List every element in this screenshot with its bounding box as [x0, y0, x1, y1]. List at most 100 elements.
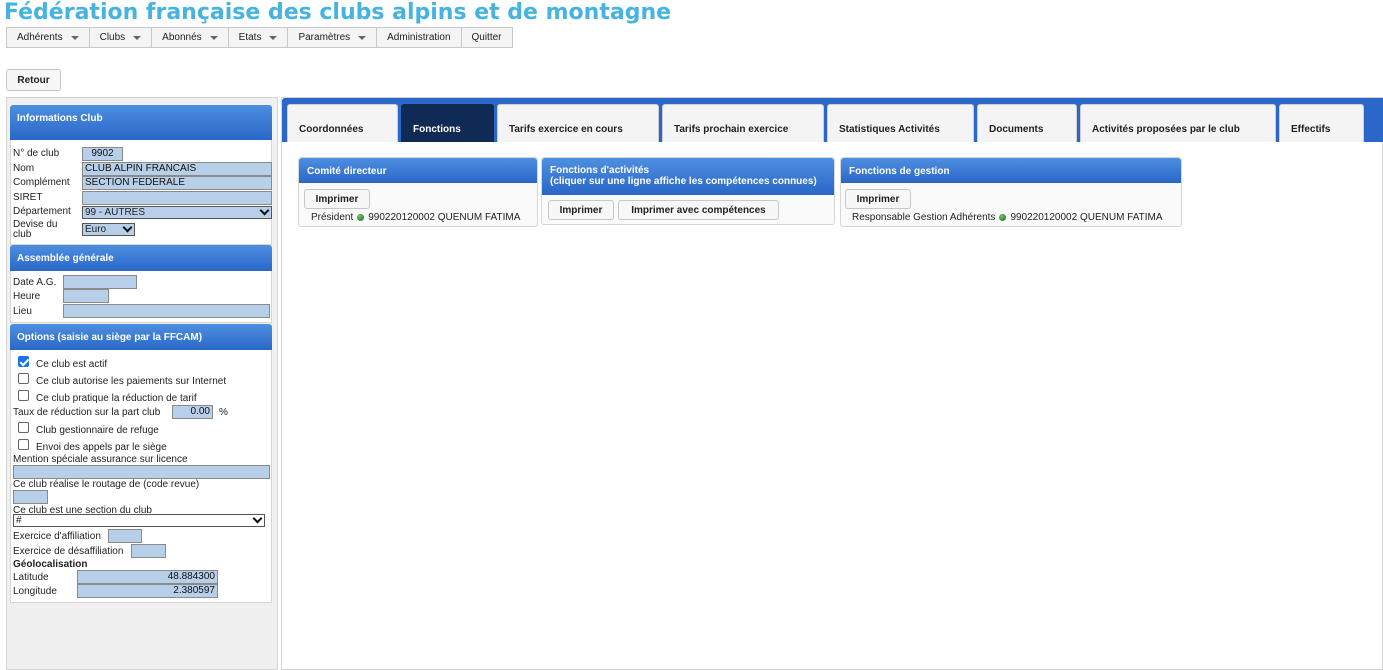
longitude-label: Longitude [13, 586, 57, 597]
right-panel: Coordonnées Fonctions Tarifs exercice en… [281, 97, 1383, 670]
refuge-checkbox[interactable] [18, 422, 29, 433]
person-name: 990220120002 QUENUM FATIMA [1010, 212, 1163, 223]
menu-abonnes[interactable]: Abonnés [152, 27, 229, 48]
tab-coordonnees[interactable]: Coordonnées [287, 104, 398, 142]
section-value: # [16, 515, 22, 526]
longitude-field[interactable]: 2.380597 [77, 584, 218, 598]
menu-label: Clubs [99, 32, 126, 43]
menu-clubs[interactable]: Clubs [89, 27, 153, 48]
gestion-card: Fonctions de gestion Imprimer Responsabl… [840, 157, 1182, 227]
departement-value: 99 - AUTRES [85, 207, 146, 218]
geolocalisation-label: Géolocalisation [13, 559, 88, 570]
devise-select[interactable]: Euro [82, 222, 135, 236]
info-club-heading: Informations Club [10, 105, 272, 140]
routage-field[interactable] [13, 490, 48, 504]
responsable-row[interactable]: Responsable Gestion Adhérents 99022012000… [852, 212, 1163, 223]
menu-quitter[interactable]: Quitter [461, 27, 513, 48]
menu-adherents[interactable]: Adhérents [6, 27, 90, 48]
chevron-down-icon [259, 205, 270, 216]
tab-documents[interactable]: Documents [977, 104, 1077, 142]
activites-print-comp-button[interactable]: Imprimer avec compétences [618, 200, 779, 220]
latitude-field[interactable]: 48.884300 [77, 570, 218, 584]
assemblee-heading: Assemblée générale [10, 245, 272, 271]
mention-field[interactable] [13, 465, 270, 479]
nom-field[interactable]: CLUB ALPIN FRANCAIS [82, 162, 272, 176]
activites-heading: Fonctions d'activités (cliquer sur une l… [542, 158, 834, 195]
latitude-label: Latitude [13, 572, 49, 583]
chevron-down-icon [252, 513, 263, 524]
chevron-down-icon [358, 35, 367, 40]
activites-print-button[interactable]: Imprimer [548, 200, 614, 220]
tab-tarifs-prochain[interactable]: Tarifs prochain exercice [662, 104, 824, 142]
devise-label-2: club [13, 229, 32, 240]
actif-checkbox[interactable] [18, 356, 29, 367]
date-ag-field[interactable] [63, 275, 137, 289]
devise-value: Euro [85, 224, 107, 235]
taux-unit: % [219, 407, 228, 418]
heure-field[interactable] [63, 289, 109, 303]
tab-effectifs[interactable]: Effectifs [1279, 104, 1364, 142]
affiliation-field[interactable] [108, 529, 142, 543]
paiements-checkbox[interactable] [18, 373, 29, 384]
date-ag-label: Date A.G. [13, 277, 57, 288]
numero-field[interactable]: 9902 [82, 147, 123, 161]
comite-heading: Comité directeur [299, 158, 537, 183]
tab-statistiques[interactable]: Statistiques Activités [827, 104, 974, 142]
assemblee-section: Date A.G. Heure Lieu [10, 271, 272, 323]
taux-field[interactable]: 0.00 [172, 405, 213, 419]
gestion-print-button[interactable]: Imprimer [845, 189, 911, 209]
siret-label: SIRET [13, 192, 43, 203]
tab-fonctions[interactable]: Fonctions [401, 104, 494, 142]
person-name: 990220120002 QUENUM FATIMA [368, 212, 521, 223]
reduction-checkbox[interactable] [18, 390, 29, 401]
comite-print-button[interactable]: Imprimer [304, 189, 370, 209]
paiements-label: Ce club autorise les paiements sur Inter… [36, 376, 227, 387]
desaffiliation-field[interactable] [131, 544, 166, 558]
activites-heading-line2: (cliquer sur une ligne affiche les compé… [550, 176, 817, 187]
gestion-heading: Fonctions de gestion [841, 158, 1181, 183]
menu-label: Paramètres [298, 32, 351, 43]
envoi-checkbox[interactable] [18, 439, 29, 450]
envoi-label: Envoi des appels par le siège [36, 442, 167, 453]
left-panel: Informations Club N° de club 9902 Nom CL… [6, 97, 278, 670]
status-dot-icon [357, 214, 365, 221]
complement-field[interactable]: SECTION FEDERALE [82, 176, 272, 190]
options-heading: Options (saisie au siège par la FFCAM) [10, 324, 272, 350]
section-select[interactable]: # [13, 513, 265, 527]
menu-etats[interactable]: Etats [228, 27, 289, 48]
lieu-field[interactable] [63, 304, 270, 318]
menu-label: Adhérents [17, 32, 63, 43]
chevron-down-icon [70, 35, 79, 40]
lieu-label: Lieu [13, 306, 32, 317]
affiliation-label: Exercice d'affiliation [13, 531, 101, 542]
menu-label: Administration [387, 32, 451, 43]
mention-label: Mention spéciale assurance sur licence [13, 454, 188, 465]
chevron-down-icon [122, 222, 133, 233]
president-row[interactable]: Président 990220120002 QUENUM FATIMA [311, 212, 520, 223]
role-label: Responsable Gestion Adhérents [852, 212, 996, 223]
comite-card: Comité directeur Imprimer Président 99022… [298, 157, 538, 227]
departement-select[interactable]: 99 - AUTRES [82, 205, 272, 219]
chevron-down-icon [133, 35, 142, 40]
retour-button[interactable]: Retour [6, 69, 61, 91]
reduction-label: Ce club pratique la réduction de tarif [36, 393, 197, 404]
main-menu: Adhérents Clubs Abonnés Etats Paramètres… [6, 27, 513, 48]
complement-label: Complément [13, 177, 70, 188]
menu-administration[interactable]: Administration [377, 27, 462, 48]
routage-label: Ce club réalise le routage de (code revu… [13, 479, 200, 490]
activites-heading-line1: Fonctions d'activités [550, 165, 650, 176]
numero-label: N° de club [13, 148, 60, 159]
tab-tarifs-en-cours[interactable]: Tarifs exercice en cours [497, 104, 659, 142]
departement-label: Département [13, 206, 71, 217]
role-label: Président [311, 212, 354, 223]
status-dot-icon [999, 214, 1007, 221]
menu-parametres[interactable]: Paramètres [288, 27, 378, 48]
tab-activites-proposees[interactable]: Activités proposées par le club [1080, 104, 1276, 142]
heure-label: Heure [13, 291, 41, 302]
chevron-down-icon [209, 35, 218, 40]
refuge-label: Club gestionnaire de refuge [36, 425, 159, 436]
page-title: Fédération française des clubs alpins et… [4, 0, 672, 25]
activites-card: Fonctions d'activités (cliquer sur une l… [541, 157, 835, 225]
desaffiliation-label: Exercice de désaffiliation [13, 546, 124, 557]
siret-field[interactable] [82, 191, 272, 205]
